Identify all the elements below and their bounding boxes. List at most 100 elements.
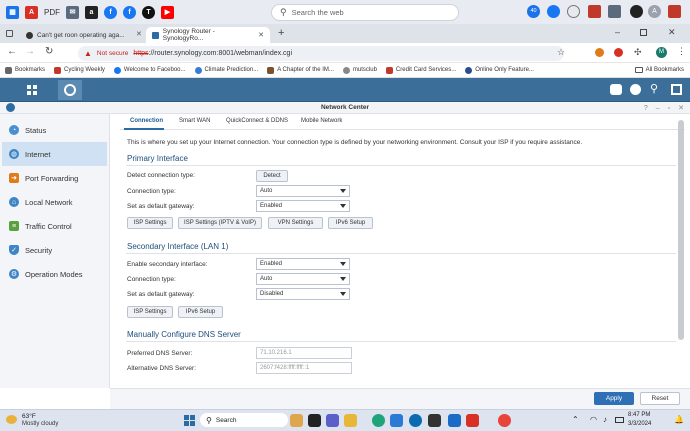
bookmark-item[interactable]: Bookmarks	[5, 66, 45, 74]
minimize-icon[interactable]: –	[656, 105, 660, 112]
omnibox[interactable]: ▲ Not secure https://router.synology.com…	[78, 46, 564, 61]
maximize-icon[interactable]: ▫	[668, 105, 670, 112]
youtube-icon[interactable]: ▶	[161, 5, 174, 19]
play-icon[interactable]	[630, 5, 643, 18]
main-menu-button[interactable]	[20, 80, 44, 100]
maximize-icon[interactable]	[640, 29, 647, 36]
facebook-icon-3[interactable]	[547, 5, 560, 18]
tab-quickconnect-ddns[interactable]: QuickConnect & DDNS	[226, 118, 288, 124]
chrome-app-icon[interactable]	[498, 414, 511, 427]
profile-avatar[interactable]: M	[656, 47, 667, 58]
pdf-label[interactable]: PDF	[44, 8, 60, 17]
calendar-icon[interactable]	[608, 5, 621, 18]
notification-badge-icon[interactable]: 40	[527, 5, 540, 18]
facebook-icon[interactable]: f	[104, 5, 117, 19]
close-icon[interactable]: ✕	[136, 30, 142, 38]
trash-icon[interactable]	[668, 5, 681, 18]
ipv6-setup-button[interactable]: IPv6 Setup	[178, 306, 223, 318]
sidebar-item-internet[interactable]: ◍ Internet	[2, 142, 107, 166]
network-center-taskbar-button[interactable]	[58, 80, 82, 100]
tv-app-icon[interactable]	[428, 414, 441, 427]
mail-icon[interactable]: ✉	[66, 5, 79, 19]
bookmark-item[interactable]: Online Only Feature...	[465, 66, 534, 74]
wifi-icon[interactable]: ◠	[590, 415, 597, 424]
secondary-enable-select[interactable]: Enabled	[256, 258, 350, 270]
preferred-dns-input[interactable]: 71.10.216.1	[256, 347, 352, 359]
widgets-app-icon[interactable]	[308, 414, 321, 427]
widgets-icon[interactable]	[671, 84, 682, 95]
close-window-icon[interactable]: ✕	[668, 27, 676, 38]
help-icon[interactable]: ?	[644, 105, 648, 112]
weather-desc[interactable]: Mostly cloudy	[22, 421, 58, 427]
tab-smart-wan[interactable]: Smart WAN	[179, 118, 210, 124]
isp-iptv-voip-button[interactable]: ISP Settings (IPTV & VoIP)	[178, 217, 262, 229]
ipv6-setup-button[interactable]: IPv6 Setup	[328, 217, 373, 229]
bookmark-item[interactable]: Climate Prediction...	[194, 66, 258, 74]
avatar[interactable]: A	[648, 5, 661, 18]
explorer-app-icon[interactable]	[344, 414, 357, 427]
tab-synology[interactable]: Synology Router - SynologyRo... ✕	[146, 27, 270, 43]
gallery-app-icon[interactable]	[290, 414, 303, 427]
facebook-icon-2[interactable]: f	[123, 5, 136, 19]
sidebar-item-port-forwarding[interactable]: ➜ Port Forwarding	[2, 166, 107, 190]
chat-icon[interactable]	[610, 84, 622, 95]
extension-icon-2[interactable]	[614, 48, 623, 57]
dell-app-icon[interactable]	[409, 414, 422, 427]
tab-mobile-network[interactable]: Mobile Network	[301, 118, 342, 124]
bookmark-item[interactable]: Cycling Weekly	[54, 66, 105, 74]
tablet-icon[interactable]	[588, 5, 601, 18]
alternative-dns-input[interactable]: 2607:f428:ffff:ffff::1	[256, 362, 352, 374]
all-bookmarks[interactable]: All Bookmarks	[634, 67, 684, 73]
tab-actions-icon[interactable]	[6, 30, 13, 37]
reload-icon[interactable]	[567, 5, 580, 18]
user-icon[interactable]	[630, 84, 641, 95]
isp-settings-button[interactable]: ISP Settings	[127, 306, 173, 318]
security-label[interactable]: Not secure	[97, 50, 128, 57]
tab-connection[interactable]: Connection	[130, 118, 163, 124]
close-icon[interactable]: ✕	[258, 31, 264, 39]
menu-icon[interactable]: ⋮	[677, 46, 686, 57]
weather-icon[interactable]	[6, 415, 17, 424]
clock-time[interactable]: 8:47 PM	[628, 412, 650, 418]
mail-app-icon[interactable]	[448, 414, 461, 427]
bookmark-item[interactable]: A Chapter of the IM...	[267, 66, 334, 74]
sidebar-item-operation-modes[interactable]: ⚙ Operation Modes	[2, 262, 107, 286]
forward-icon[interactable]: →	[25, 46, 35, 57]
apply-button[interactable]: Apply	[594, 392, 634, 405]
detect-button[interactable]: Detect	[256, 170, 288, 182]
minimize-icon[interactable]: –	[615, 27, 620, 37]
sidebar-item-local-network[interactable]: ⌂ Local Network	[2, 190, 107, 214]
taskbar-search[interactable]: ⚲ Search	[200, 413, 288, 427]
primary-gateway-select[interactable]: Enabled	[256, 200, 350, 212]
windows-start-icon[interactable]	[184, 415, 195, 426]
bookmark-item[interactable]: mutsclub	[342, 66, 377, 74]
search-icon[interactable]: ⚲	[650, 82, 658, 95]
acrobat-app-icon[interactable]	[466, 414, 479, 427]
sidebar-item-status[interactable]: ◔ Status	[2, 118, 107, 142]
weather-temp[interactable]: 63°F	[22, 413, 36, 420]
store-app-icon[interactable]	[390, 414, 403, 427]
tab-roon[interactable]: Can't get roon operating aga...	[20, 27, 138, 43]
vpn-settings-button[interactable]: VPN Settings	[268, 217, 323, 229]
bookmark-item[interactable]: Credit Card Services...	[385, 66, 456, 74]
primary-connection-type-select[interactable]: Auto	[256, 185, 350, 197]
volume-icon[interactable]: ♪	[603, 415, 607, 424]
scrollbar[interactable]	[678, 120, 684, 340]
secondary-gateway-select[interactable]: Disabled	[256, 288, 350, 300]
battery-icon[interactable]	[615, 417, 624, 423]
new-tab-icon[interactable]: +	[278, 27, 284, 39]
reset-button[interactable]: Reset	[640, 392, 680, 405]
isp-settings-button[interactable]: ISP Settings	[127, 217, 173, 229]
tray-chevron-icon[interactable]: ⌃	[572, 415, 579, 424]
clock-date[interactable]: 3/3/2024	[628, 421, 651, 427]
bookmark-item[interactable]: Welcome to Faceboo...	[113, 66, 186, 74]
sidebar-item-traffic-control[interactable]: ≡ Traffic Control	[2, 214, 107, 238]
star-icon[interactable]: ☆	[557, 47, 565, 58]
acrobat-icon[interactable]: A	[25, 5, 38, 19]
windows-store-icon[interactable]: ▦	[6, 5, 19, 19]
sidebar-item-security[interactable]: ✓ Security	[2, 238, 107, 262]
amazon-icon[interactable]: a	[85, 5, 98, 19]
web-search-box[interactable]: ⚲ Search the web	[271, 4, 459, 21]
close-icon[interactable]: ✕	[678, 104, 684, 112]
reload-icon[interactable]: ↻	[45, 46, 53, 57]
